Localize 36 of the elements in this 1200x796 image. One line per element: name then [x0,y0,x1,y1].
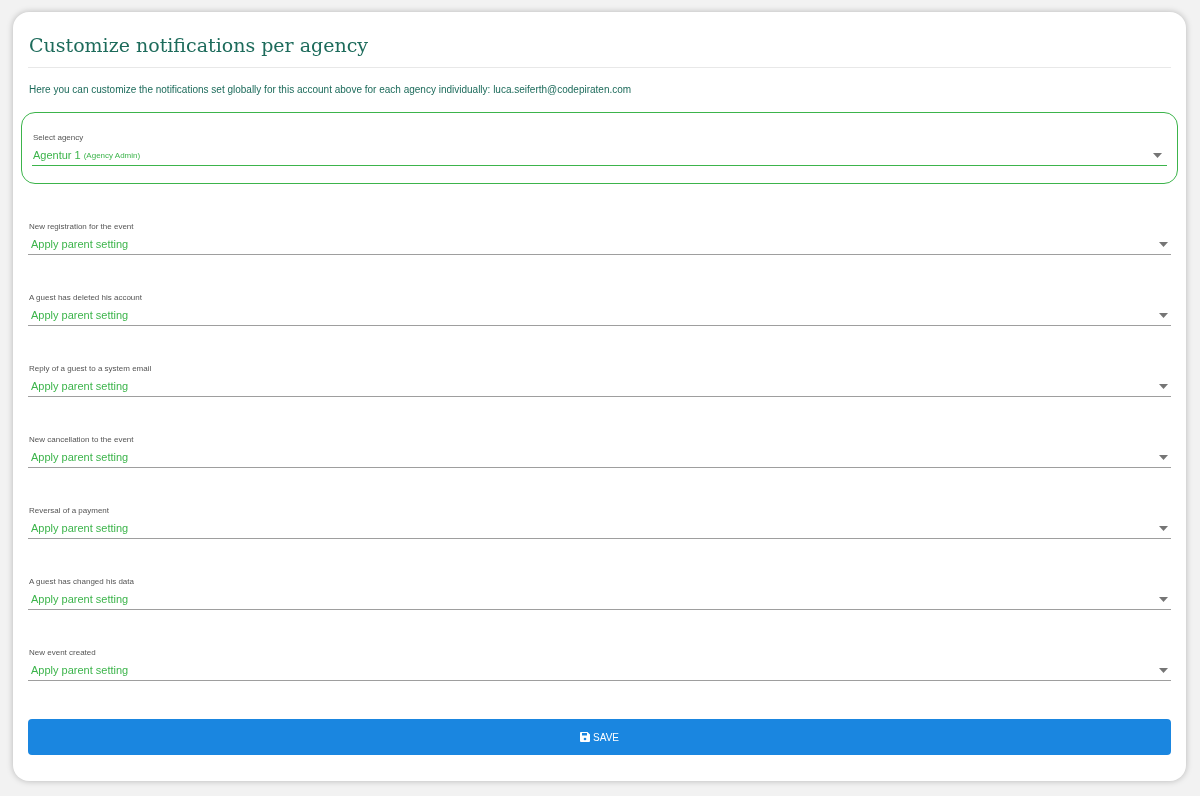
field-label: New registration for the event [28,222,135,232]
field-label: A guest has deleted his account [28,293,143,303]
select-value: Apply parent setting [31,450,130,466]
dropdown-caret-icon [1159,384,1168,389]
notification-select[interactable]: Apply parent setting [28,448,1171,468]
select-value: Apply parent setting [31,237,130,253]
select-value: Apply parent setting [31,379,130,395]
select-value: Apply parent setting [31,592,130,608]
role-text: (Agency Admin) [83,149,142,162]
field-label: New event created [28,648,97,658]
dropdown-caret-icon [1159,526,1168,531]
page-title: Customize notifications per agency [28,33,370,58]
field-label: Reversal of a payment [28,506,111,516]
select-value: Agentur 1 [33,148,81,164]
field-label: Reply of a guest to a system email [28,364,153,374]
field-label: A guest has changed his data [28,577,135,587]
notification-select[interactable]: Apply parent setting [28,661,1171,681]
notification-select[interactable]: Apply parent setting [28,306,1171,326]
select-value: Apply parent setting [31,521,130,537]
field-label: Select agency [32,133,85,143]
notification-select[interactable]: Apply parent setting [28,590,1171,610]
save-button[interactable]: SAVE [28,719,1171,755]
dropdown-caret-icon [1159,313,1168,318]
dropdown-caret-icon [1159,455,1168,460]
dropdown-caret-icon [1159,242,1168,247]
dropdown-caret-icon [1159,668,1168,673]
select-value: Apply parent setting [31,308,130,324]
field-label: New cancellation to the event [28,435,135,445]
notification-select[interactable]: Apply parent setting [28,377,1171,397]
notification-select[interactable]: Apply parent setting [28,519,1171,539]
description-text: Here you can customize the notifications set globally for this account above for each agency individually: luca.seiferth@codepiraten.com [28,83,633,97]
dropdown-caret-icon [1153,153,1162,158]
dropdown-caret-icon [1159,597,1168,602]
agency-select[interactable]: Agentur 1 (Agency Admin) [32,146,1167,166]
notification-select[interactable]: Apply parent setting [28,235,1171,255]
select-value: Apply parent setting [31,663,130,679]
